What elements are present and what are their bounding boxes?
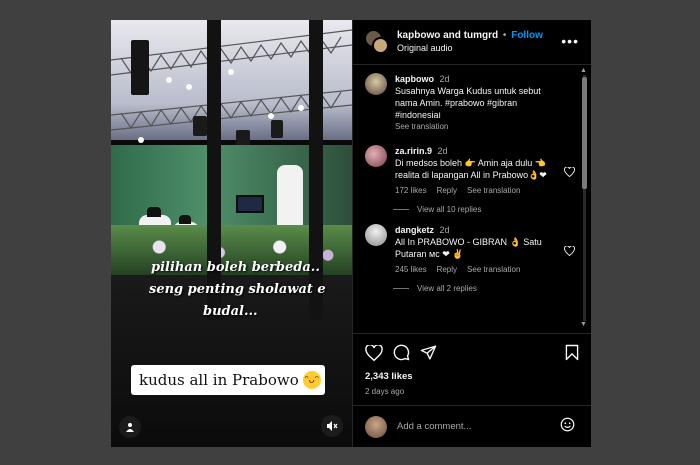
avatar[interactable] bbox=[365, 145, 387, 167]
avatar[interactable] bbox=[365, 224, 387, 246]
comments-list[interactable]: kapbowo 2d Susahnya Warga Kudus untuk se… bbox=[353, 65, 591, 333]
and-text: and bbox=[443, 30, 461, 42]
avatar[interactable] bbox=[365, 73, 387, 95]
audience-cap bbox=[179, 215, 191, 224]
video-caption-line: pilihan boleh berbeda.. bbox=[151, 260, 320, 275]
post-header: kapbowo and tumgrd • Follow Original aud… bbox=[353, 20, 591, 65]
mute-button[interactable] bbox=[321, 415, 343, 437]
comment-icon[interactable] bbox=[393, 344, 410, 361]
comments-scrollbar[interactable]: ▲ ▼ bbox=[580, 67, 588, 329]
like-comment-heart-icon[interactable] bbox=[564, 167, 575, 177]
follow-button[interactable]: Follow bbox=[511, 30, 543, 41]
see-translation-link[interactable]: See translation bbox=[467, 264, 520, 276]
bookmark-icon[interactable] bbox=[565, 344, 579, 361]
grinning-face-icon: ᵔᴗᵔ bbox=[302, 371, 321, 389]
scroll-up-arrow-icon[interactable]: ▲ bbox=[580, 67, 587, 74]
video-caption-line: budal... bbox=[203, 304, 258, 319]
user-icon bbox=[126, 423, 134, 432]
comment-text: All In PRABOWO - GIBRAN 👌 Satu Putaran ᴍ… bbox=[395, 237, 542, 259]
fence-bar bbox=[207, 20, 221, 320]
see-translation-link[interactable]: See translation bbox=[467, 185, 520, 197]
scroll-thumb[interactable] bbox=[582, 77, 587, 189]
caption-comment: kapbowo 2d Susahnya Warga Kudus untuk se… bbox=[365, 73, 575, 133]
add-comment-bar: Add a comment... bbox=[353, 405, 591, 447]
comment-likes[interactable]: 245 likes bbox=[395, 264, 427, 276]
author-avatars[interactable] bbox=[365, 30, 389, 54]
separator: • bbox=[502, 30, 507, 42]
original-audio-link[interactable]: Original audio bbox=[397, 43, 543, 54]
comment: dangketz 2d All In PRABOWO - GIBRAN 👌 Sa… bbox=[365, 224, 575, 276]
post-actions bbox=[353, 333, 591, 371]
author-username[interactable]: kapbowo bbox=[397, 30, 440, 41]
share-icon[interactable] bbox=[420, 344, 437, 361]
see-translation-link[interactable]: See translation bbox=[395, 121, 555, 133]
comment-username[interactable]: za.ririn.9 bbox=[395, 146, 432, 156]
speaker-stack bbox=[131, 40, 149, 95]
video-player[interactable]: pilihan boleh berbeda.. seng penting sho… bbox=[111, 20, 352, 447]
add-comment-input[interactable]: Add a comment... bbox=[397, 421, 471, 432]
comment-likes[interactable]: 172 likes bbox=[395, 185, 427, 197]
comment-text: Di medsos boleh 👉 Amin aja dulu 👈 realit… bbox=[395, 158, 547, 180]
avatar bbox=[372, 37, 389, 54]
comment: za.ririn.9 2d Di medsos boleh 👉 Amin aja… bbox=[365, 145, 575, 197]
reply-button[interactable]: Reply bbox=[437, 264, 457, 276]
comment-time[interactable]: 2d bbox=[440, 74, 450, 84]
post-modal: pilihan boleh berbeda.. seng penting sho… bbox=[111, 20, 591, 447]
tagged-users-button[interactable] bbox=[119, 416, 141, 438]
post-date[interactable]: 2 days ago bbox=[353, 385, 591, 405]
heart-icon[interactable] bbox=[365, 344, 383, 361]
comment-username[interactable]: kapbowo bbox=[395, 74, 434, 84]
divider-line bbox=[393, 209, 409, 210]
avatar bbox=[365, 415, 387, 438]
fence-bar bbox=[309, 20, 323, 320]
comment-text: Susahnya Warga Kudus untuk sebut nama Am… bbox=[395, 86, 541, 120]
coauthor-username[interactable]: tumgrd bbox=[464, 30, 498, 41]
video-caption-line: seng penting sholawat e bbox=[149, 282, 326, 297]
more-options-button[interactable]: ••• bbox=[561, 33, 579, 49]
divider-line bbox=[393, 288, 409, 289]
view-replies-button[interactable]: View all 2 replies bbox=[393, 284, 575, 293]
emoji-picker-icon[interactable] bbox=[560, 417, 575, 432]
comment-time[interactable]: 2d bbox=[440, 225, 450, 235]
audience-cap bbox=[147, 207, 161, 217]
view-replies-label: View all 2 replies bbox=[417, 284, 477, 293]
sticker-text: kudus all in Prabowo bbox=[139, 371, 299, 389]
scroll-down-arrow-icon[interactable]: ▼ bbox=[580, 321, 587, 328]
mute-icon bbox=[327, 421, 338, 431]
view-replies-label: View all 10 replies bbox=[417, 205, 482, 214]
more-icon: ••• bbox=[561, 33, 579, 49]
reply-button[interactable]: Reply bbox=[437, 185, 457, 197]
stage-screen bbox=[236, 195, 264, 213]
view-replies-button[interactable]: View all 10 replies bbox=[393, 205, 575, 214]
comment-username[interactable]: dangketz bbox=[395, 225, 434, 235]
comment-time[interactable]: 2d bbox=[438, 146, 448, 156]
post-side-panel: kapbowo and tumgrd • Follow Original aud… bbox=[352, 20, 591, 447]
video-sticker: kudus all in Prabowo ᵔᴗᵔ bbox=[131, 365, 325, 395]
likes-count[interactable]: 2,343 likes bbox=[353, 371, 591, 385]
like-comment-heart-icon[interactable] bbox=[564, 246, 575, 256]
